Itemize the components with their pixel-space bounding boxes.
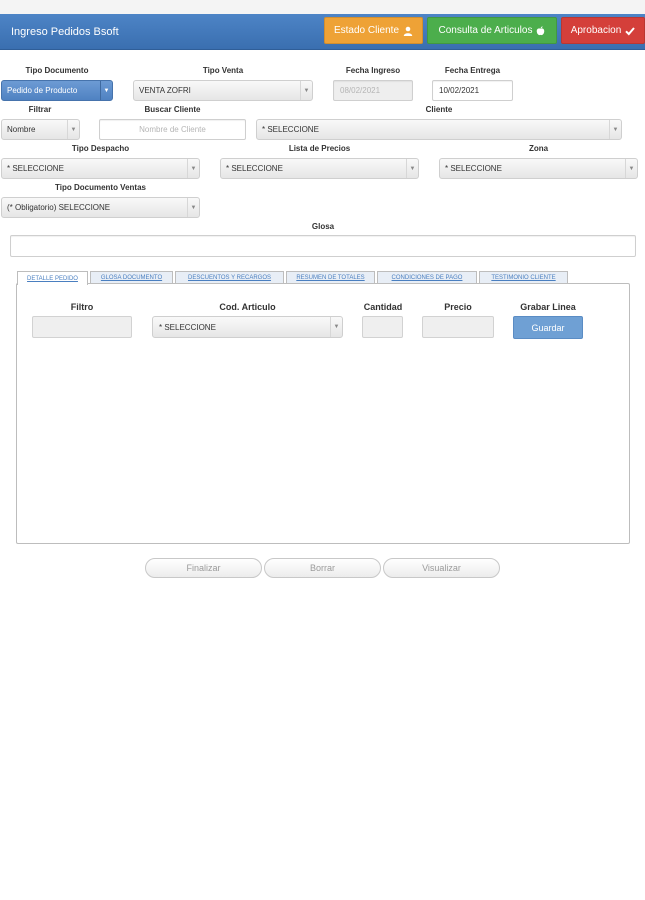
aprobacion-label: Aprobacion [570,25,622,36]
chevron-down-icon: ▼ [300,81,312,100]
chevron-down-icon: ▼ [625,159,637,178]
chevron-down-icon: ▼ [187,198,199,217]
user-icon [403,26,413,36]
tipo-venta-label: Tipo Venta [202,66,244,75]
tipo-documento-select[interactable]: Pedido de Producto ▼ [1,80,113,101]
aprobacion-button[interactable]: Aprobacion [561,17,645,44]
cliente-select[interactable]: * SELECCIONE ▼ [256,119,622,140]
consulta-articulos-button[interactable]: Consulta de Articulos [427,17,557,44]
tipo-documento-value: Pedido de Producto [7,86,78,95]
fecha-entrega-field[interactable]: 10/02/2021 [432,80,513,101]
visualizar-button[interactable]: Visualizar [383,558,500,578]
zona-label: Zona [528,144,549,153]
filtro-col-label: Filtro [70,302,94,312]
precio-col-label: Precio [444,302,472,312]
estado-cliente-button[interactable]: Estado Cliente [324,17,423,44]
tipo-documento-ventas-select[interactable]: (* Obligatorio) SELECCIONE ▼ [1,197,200,218]
lista-precios-label: Lista de Precios [288,144,351,153]
tipo-venta-select[interactable]: VENTA ZOFRI ▼ [133,80,313,101]
tipo-venta-value: VENTA ZOFRI [139,86,191,95]
buscar-cliente-input[interactable]: Nombre de Cliente [99,119,246,140]
finalizar-button[interactable]: Finalizar [145,558,262,578]
tipo-despacho-select[interactable]: * SELECCIONE ▼ [1,158,200,179]
filtrar-value: Nombre [7,125,36,134]
zona-value: * SELECCIONE [445,164,502,173]
tipo-documento-ventas-label: Tipo Documento Ventas [55,183,146,192]
check-icon [625,26,636,35]
chevron-down-icon: ▼ [100,81,112,100]
borrar-button[interactable]: Borrar [264,558,381,578]
grabar-linea-col-label: Grabar Linea [520,302,576,312]
apple-icon [537,25,545,35]
lista-precios-value: * SELECCIONE [226,164,283,173]
tipo-documento-label: Tipo Documento [25,66,89,75]
cod-articulo-select[interactable]: * SELECCIONE ▼ [152,316,343,338]
app-title: Ingreso Pedidos Bsoft [11,26,119,38]
fecha-ingreso-label: Fecha Ingreso [345,66,401,75]
cod-articulo-col-label: Cod. Articulo [219,302,276,312]
filtro-input[interactable] [32,316,132,338]
cantidad-col-label: Cantidad [363,302,403,312]
browser-strip [0,0,645,14]
zona-select[interactable]: * SELECCIONE ▼ [439,158,638,179]
consulta-articulos-label: Consulta de Articulos [438,25,533,36]
tipo-despacho-label: Tipo Despacho [71,144,130,153]
glosa-label: Glosa [311,222,335,231]
cliente-value: * SELECCIONE [262,125,319,134]
tipo-despacho-value: * SELECCIONE [7,164,64,173]
lista-precios-select[interactable]: * SELECCIONE ▼ [220,158,419,179]
app-header: Ingreso Pedidos Bsoft Estado Cliente Con… [0,14,645,50]
cantidad-input[interactable] [362,316,403,338]
cod-articulo-value: * SELECCIONE [159,322,216,332]
cliente-label: Cliente [425,105,453,114]
fecha-entrega-label: Fecha Entrega [444,66,501,75]
chevron-down-icon: ▼ [406,159,418,178]
tipo-documento-ventas-value: (* Obligatorio) SELECCIONE [7,203,111,212]
chevron-down-icon: ▼ [330,317,342,337]
chevron-down-icon: ▼ [67,120,79,139]
chevron-down-icon: ▼ [609,120,621,139]
guardar-button[interactable]: Guardar [513,316,583,339]
buscar-cliente-label: Buscar Cliente [144,105,201,114]
precio-input[interactable] [422,316,494,338]
chevron-down-icon: ▼ [187,159,199,178]
tab-detalle-pedido[interactable]: DETALLE PEDIDO [17,271,88,285]
filtrar-select[interactable]: Nombre ▼ [1,119,80,140]
glosa-input[interactable] [10,235,636,257]
filtrar-label: Filtrar [28,105,52,114]
fecha-ingreso-field: 08/02/2021 [333,80,413,101]
estado-cliente-label: Estado Cliente [333,25,400,36]
